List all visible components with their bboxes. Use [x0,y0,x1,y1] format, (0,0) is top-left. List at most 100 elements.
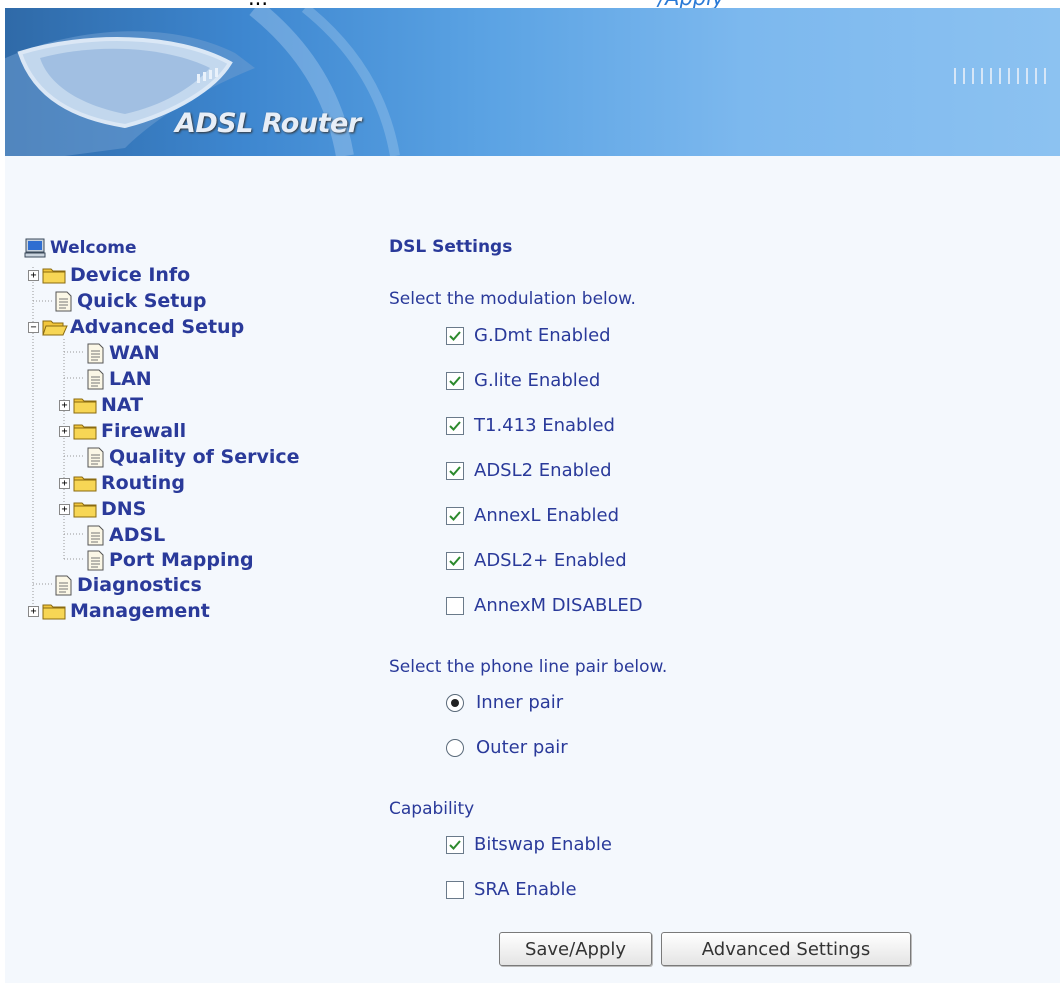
tree-item-management[interactable]: + Management [28,598,210,624]
tree-label-wan: WAN [109,342,160,364]
tree-item-dns[interactable]: + DNS [59,496,146,522]
checkbox-label: AnnexM DISABLED [474,595,643,616]
tree-label-welcome: Welcome [50,238,137,258]
checkmark-icon [449,330,461,341]
expand-plus-icon[interactable]: + [59,503,70,515]
radio-outer-pair[interactable] [446,738,464,757]
pair-option[interactable]: Outer pair [446,737,568,758]
header-banner: ADSL Router [5,8,1060,156]
page-icon [54,575,73,596]
checkbox-sra[interactable] [446,880,464,899]
folder-closed-icon [73,474,97,492]
checkbox-annexm[interactable] [446,596,464,615]
computer-icon [24,238,46,258]
capability-option[interactable]: SRA Enable [446,879,577,900]
checkbox-label: SRA Enable [474,879,577,900]
modulation-option[interactable]: G.Dmt Enabled [446,325,611,346]
checkmark-icon [449,839,461,850]
page-icon [86,525,105,546]
tree-item-device-info[interactable]: + Device Info [28,262,190,288]
tree-label-diagnostics: Diagnostics [77,574,202,596]
modulation-option[interactable]: ADSL2 Enabled [446,460,612,481]
radio-selected-dot [451,698,459,707]
checkbox-gdmt[interactable] [446,326,464,345]
radio-label: Outer pair [476,737,568,758]
checkmark-icon [449,420,461,431]
banner-stripes-icon [954,68,1046,84]
capability-option[interactable]: Bitswap Enable [446,834,612,855]
expand-plus-icon[interactable]: + [59,425,70,437]
tree-item-quick-setup[interactable]: Quick Setup [54,288,206,314]
tree-label-firewall: Firewall [101,420,187,442]
tree-label-adsl: ADSL [109,524,166,546]
checkbox-glite[interactable] [446,371,464,390]
banner-title: ADSL Router [175,108,361,139]
tree-label-advanced-setup: Advanced Setup [70,316,245,338]
caption-left-text: ... [248,0,268,8]
expand-plus-icon[interactable]: + [59,477,70,489]
page-icon [86,369,105,390]
modulation-option[interactable]: AnnexL Enabled [446,505,619,526]
modulation-option[interactable]: ADSL2+ Enabled [446,550,627,571]
tree-item-firewall[interactable]: + Firewall [59,418,186,444]
pair-option[interactable]: Inner pair [446,692,563,713]
folder-closed-icon [73,396,97,414]
pair-prompt: Select the phone line pair below. [389,657,668,677]
expand-plus-icon[interactable]: + [28,605,39,617]
tree-item-lan[interactable]: LAN [86,366,152,392]
expand-plus-icon[interactable]: + [28,269,39,281]
folder-open-icon [42,318,68,336]
collapse-minus-icon[interactable]: − [28,321,39,333]
checkbox-annexl[interactable] [446,506,464,525]
checkbox-label: ADSL2 Enabled [474,460,612,481]
checkbox-label: ADSL2+ Enabled [474,550,627,571]
folder-closed-icon [73,422,97,440]
checkbox-adsl2[interactable] [446,461,464,480]
top-caption: ... /Apply [0,0,1060,8]
tree-label-port-mapping: Port Mapping [109,549,254,571]
capability-prompt: Capability [389,799,475,819]
checkbox-bitswap[interactable] [446,835,464,854]
tree-item-wan[interactable]: WAN [86,340,160,366]
caption-right-text: /Apply [658,0,724,8]
checkbox-label: G.lite Enabled [474,370,601,391]
tree-item-qos[interactable]: Quality of Service [86,444,300,470]
tree-label-dns: DNS [101,498,147,520]
checkmark-icon [449,510,461,521]
checkbox-t1413[interactable] [446,416,464,435]
expand-plus-icon[interactable]: + [59,399,70,411]
tree-label-nat: NAT [101,394,144,416]
modulation-option[interactable]: AnnexM DISABLED [446,595,643,616]
page-title: DSL Settings [389,237,513,257]
tree-item-welcome[interactable]: Welcome [24,235,137,261]
tree-item-adsl[interactable]: ADSL [86,522,165,548]
checkbox-label: AnnexL Enabled [474,505,620,526]
page-icon [54,291,73,312]
tree-label-lan: LAN [109,368,152,390]
checkmark-icon [449,375,461,386]
tree-label-routing: Routing [101,472,185,494]
modulation-prompt: Select the modulation below. [389,289,636,309]
tree-item-port-mapping[interactable]: Port Mapping [86,547,254,573]
checkmark-icon [449,465,461,476]
folder-closed-icon [42,602,66,620]
checkbox-adsl2plus[interactable] [446,551,464,570]
folder-closed-icon [73,500,97,518]
advanced-settings-button[interactable]: Advanced Settings [661,932,911,966]
tree-label-management: Management [70,600,210,622]
save-apply-button[interactable]: Save/Apply [499,932,652,966]
tree-label-device-info: Device Info [70,264,191,286]
modulation-option[interactable]: T1.413 Enabled [446,415,615,436]
tree-label-quick-setup: Quick Setup [77,290,207,312]
checkbox-label: Bitswap Enable [474,834,612,855]
tree-item-diagnostics[interactable]: Diagnostics [54,572,202,598]
checkbox-label: G.Dmt Enabled [474,325,611,346]
modulation-option[interactable]: G.lite Enabled [446,370,600,391]
tree-item-routing[interactable]: + Routing [59,470,185,496]
tree-item-advanced-setup[interactable]: − Advanced Setup [28,314,244,340]
page-icon [86,343,105,364]
radio-inner-pair[interactable] [446,693,464,712]
tree-item-nat[interactable]: + NAT [59,392,143,418]
tree-label-qos: Quality of Service [109,446,300,468]
radio-label: Inner pair [476,692,564,713]
